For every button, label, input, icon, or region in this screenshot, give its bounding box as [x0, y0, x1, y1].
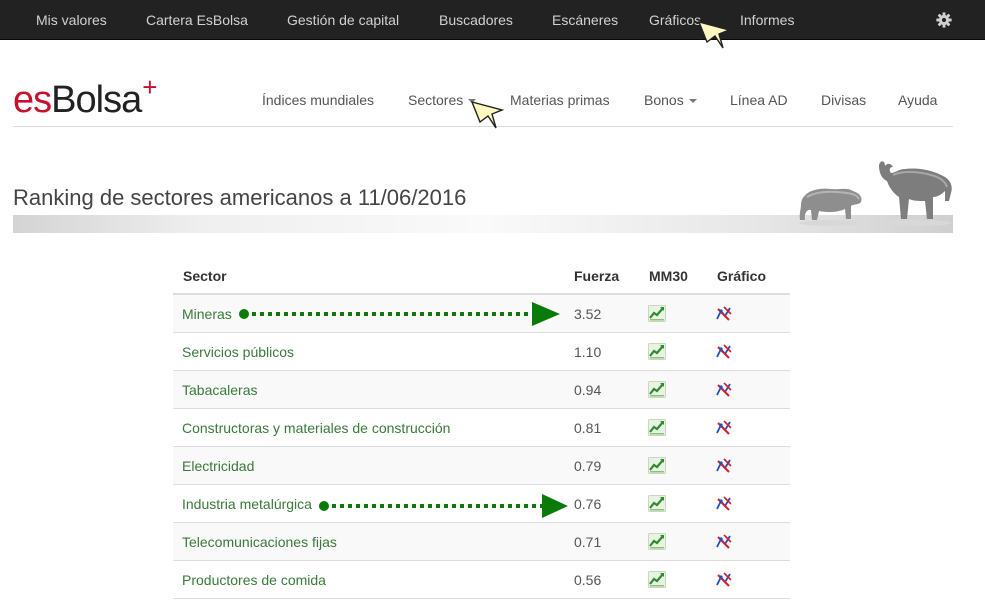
fuerza-value: 0.79: [574, 458, 602, 474]
table-row: Tabacaleras 0.94: [173, 371, 790, 409]
esbolsa-logo[interactable]: esBolsa+: [13, 72, 157, 125]
trend-chart-icon[interactable]: [648, 419, 666, 436]
table-row: Constructoras y materiales de construcci…: [173, 409, 790, 447]
top-menu-escaneres[interactable]: Escáneres: [552, 0, 618, 40]
page-banner: Ranking de sectores americanos a 11/06/2…: [13, 155, 953, 233]
sector-link[interactable]: Tabacaleras: [182, 382, 258, 398]
gear-icon[interactable]: [935, 11, 953, 29]
chart-tool-icon[interactable]: [715, 571, 733, 588]
sector-link[interactable]: Telecomunicaciones fijas: [182, 534, 337, 550]
trend-chart-icon[interactable]: [648, 571, 666, 588]
chart-tool-icon[interactable]: [715, 419, 733, 436]
header-sector: Sector: [183, 268, 227, 284]
trend-chart-icon[interactable]: [648, 343, 666, 360]
bull-icon: [879, 161, 952, 226]
trend-chart-icon[interactable]: [648, 495, 666, 512]
header-fuerza: Fuerza: [574, 268, 620, 284]
chart-tool-icon[interactable]: [715, 533, 733, 550]
header-grafico: Gráfico: [717, 268, 767, 284]
sector-link[interactable]: Constructoras y materiales de construcci…: [182, 420, 450, 436]
top-menu-cartera-esbolsa[interactable]: Cartera EsBolsa: [146, 0, 248, 40]
trend-chart-icon[interactable]: [648, 305, 666, 322]
sector-link[interactable]: Electricidad: [182, 458, 254, 474]
nav-indices-mundiales[interactable]: Índices mundiales: [262, 88, 374, 112]
pointer-cursor-icon: [470, 100, 504, 129]
nav-sectores[interactable]: Sectores: [408, 88, 477, 112]
top-menu-gestion-capital[interactable]: Gestión de capital: [287, 0, 399, 40]
logo-plus: +: [142, 72, 157, 102]
top-menu-mis-valores[interactable]: Mis valores: [36, 0, 107, 40]
annotation-arrow-industria-metalurgica: [319, 494, 568, 518]
fuerza-value: 0.56: [574, 572, 602, 588]
table-row: Servicios públicos 1.10: [173, 333, 790, 371]
logo-bolsa: Bolsa: [51, 79, 142, 121]
fuerza-value: 0.94: [574, 382, 602, 398]
chevron-down-icon: [688, 99, 697, 104]
nav-sectores-label: Sectores: [408, 92, 464, 108]
header-mm30: MM30: [649, 268, 688, 284]
sector-link[interactable]: Industria metalúrgica: [182, 496, 312, 512]
chart-tool-icon[interactable]: [715, 305, 733, 322]
chart-tool-icon[interactable]: [715, 343, 733, 360]
fuerza-value: 0.76: [574, 496, 602, 512]
annotation-arrow-mineras: [239, 302, 560, 326]
nav-linea-ad[interactable]: Línea AD: [730, 88, 788, 112]
table-row: Productores de comida 0.56: [173, 561, 790, 599]
nav-divisas[interactable]: Divisas: [821, 88, 866, 112]
nav-bonos-label: Bonos: [644, 92, 684, 108]
top-menu-informes[interactable]: Informes: [740, 0, 794, 40]
trend-chart-icon[interactable]: [648, 457, 666, 474]
trend-chart-icon[interactable]: [648, 533, 666, 550]
nav-materias-primas[interactable]: Materias primas: [510, 88, 610, 112]
table-row: Electricidad 0.79: [173, 447, 790, 485]
pointer-cursor-icon: [697, 20, 731, 49]
bear-icon: [799, 188, 862, 226]
top-menu-bar: Mis valores Cartera EsBolsa Gestión de c…: [0, 0, 985, 40]
nav-ayuda[interactable]: Ayuda: [898, 88, 937, 112]
logo-es: es: [13, 79, 52, 121]
sector-link[interactable]: Servicios públicos: [182, 344, 294, 360]
top-menu-graficos[interactable]: Gráficos: [649, 0, 701, 40]
chart-tool-icon[interactable]: [715, 457, 733, 474]
trend-chart-icon[interactable]: [648, 381, 666, 398]
nav-bonos[interactable]: Bonos: [644, 88, 697, 112]
table-header: Sector Fuerza MM30 Gráfico: [173, 257, 790, 295]
chart-tool-icon[interactable]: [715, 495, 733, 512]
fuerza-value: 3.52: [574, 306, 602, 322]
fuerza-value: 1.10: [574, 344, 602, 360]
fuerza-value: 0.81: [574, 420, 602, 436]
table-body: Mineras 3.52 Servicios públicos 1.10 Tabacal…: [173, 295, 790, 599]
page-title: Ranking de sectores americanos a 11/06/2…: [13, 185, 467, 210]
sector-link[interactable]: Productores de comida: [182, 572, 326, 588]
table-row: Telecomunicaciones fijas 0.71: [173, 523, 790, 561]
fuerza-value: 0.71: [574, 534, 602, 550]
chart-tool-icon[interactable]: [715, 381, 733, 398]
top-menu-buscadores[interactable]: Buscadores: [439, 0, 513, 40]
sector-link[interactable]: Mineras: [182, 306, 232, 322]
